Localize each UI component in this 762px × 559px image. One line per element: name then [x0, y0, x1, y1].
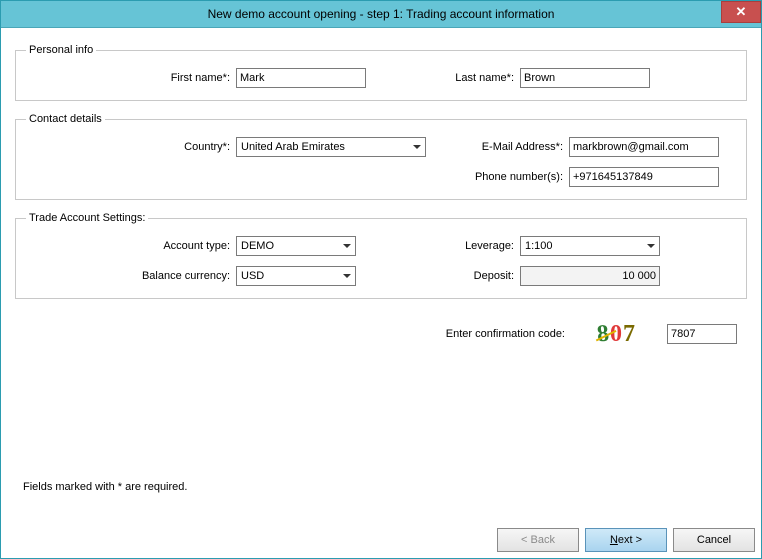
captcha-glyph: 7	[623, 321, 635, 348]
cancel-button-label: Cancel	[697, 534, 731, 546]
close-button[interactable]: ✕	[721, 1, 761, 23]
last-name-input[interactable]	[520, 68, 650, 88]
email-input[interactable]	[569, 137, 719, 157]
titlebar: New demo account opening - step 1: Tradi…	[1, 1, 761, 28]
next-button[interactable]: Next >	[585, 528, 667, 552]
back-button-label: < Back	[521, 534, 555, 546]
balance-currency-dropdown[interactable]: USD	[236, 266, 356, 286]
account-opening-window: New demo account opening - step 1: Tradi…	[0, 0, 762, 559]
account-type-label: Account type:	[26, 240, 236, 252]
leverage-dropdown[interactable]: 1:100	[520, 236, 660, 256]
captcha-image: 8 0 7	[581, 317, 651, 351]
balance-currency-value: USD	[241, 270, 264, 282]
last-name-label: Last name*:	[385, 72, 520, 84]
first-name-label: First name*:	[26, 72, 236, 84]
required-note: Fields marked with * are required.	[23, 481, 187, 493]
first-name-input[interactable]	[236, 68, 366, 88]
window-title: New demo account opening - step 1: Tradi…	[208, 7, 555, 21]
phone-input[interactable]	[569, 167, 719, 187]
next-button-label: Next >	[610, 534, 642, 546]
back-button[interactable]: < Back	[497, 528, 579, 552]
personal-info-legend: Personal info	[26, 44, 96, 56]
balance-currency-label: Balance currency:	[26, 270, 236, 282]
confirmation-row: Enter confirmation code: 8 0 7	[15, 317, 747, 351]
cancel-button[interactable]: Cancel	[673, 528, 755, 552]
phone-label: Phone number(s):	[434, 171, 569, 183]
trade-settings-group: Trade Account Settings: Account type: DE…	[15, 212, 747, 299]
wizard-button-bar: < Back Next > Cancel	[497, 528, 755, 552]
country-value: United Arab Emirates	[241, 141, 345, 153]
captcha-glyph: 8	[596, 320, 611, 348]
chevron-down-icon	[647, 244, 655, 248]
confirmation-code-input[interactable]	[667, 324, 737, 344]
account-type-dropdown[interactable]: DEMO	[236, 236, 356, 256]
chevron-down-icon	[343, 244, 351, 248]
leverage-label: Leverage:	[385, 240, 520, 252]
account-type-value: DEMO	[241, 240, 274, 252]
chevron-down-icon	[343, 274, 351, 278]
country-label: Country*:	[26, 141, 236, 153]
leverage-value: 1:100	[525, 240, 553, 252]
form-body: Personal info First name*: Last name*:	[1, 28, 761, 558]
contact-details-legend: Contact details	[26, 113, 105, 125]
personal-info-group: Personal info First name*: Last name*:	[15, 44, 747, 101]
trade-settings-legend: Trade Account Settings:	[26, 212, 148, 224]
contact-details-group: Contact details Country*: United Arab Em…	[15, 113, 747, 200]
chevron-down-icon	[413, 145, 421, 149]
email-label: E-Mail Address*:	[434, 141, 569, 153]
confirmation-label: Enter confirmation code:	[446, 328, 565, 340]
deposit-input[interactable]	[520, 266, 660, 286]
deposit-label: Deposit:	[385, 270, 520, 282]
country-dropdown[interactable]: United Arab Emirates	[236, 137, 426, 157]
close-icon: ✕	[736, 4, 747, 20]
